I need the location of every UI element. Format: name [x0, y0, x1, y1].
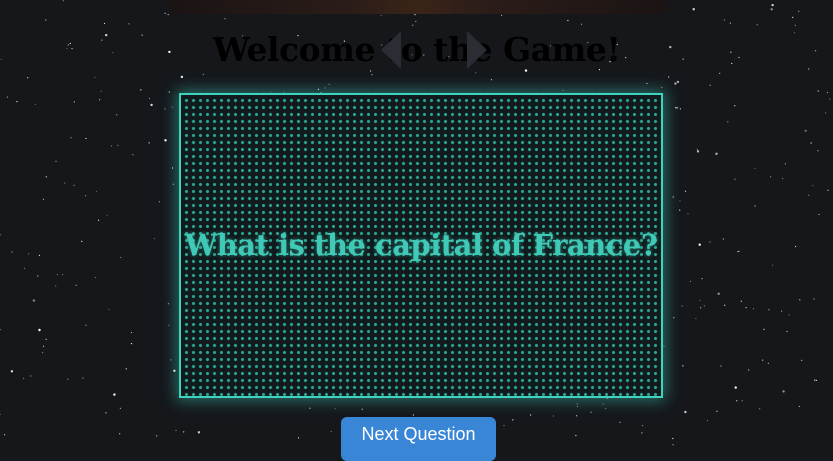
game-title: Welcome to the Game! [212, 30, 621, 69]
previous-arrow-icon[interactable] [381, 31, 401, 69]
header-banner-image [169, 0, 669, 14]
question-text: What is the capital of France? [184, 228, 658, 262]
next-arrow-icon[interactable] [467, 31, 487, 69]
next-question-button[interactable]: Next Question [341, 417, 496, 461]
question-card: What is the capital of France? [179, 93, 663, 398]
